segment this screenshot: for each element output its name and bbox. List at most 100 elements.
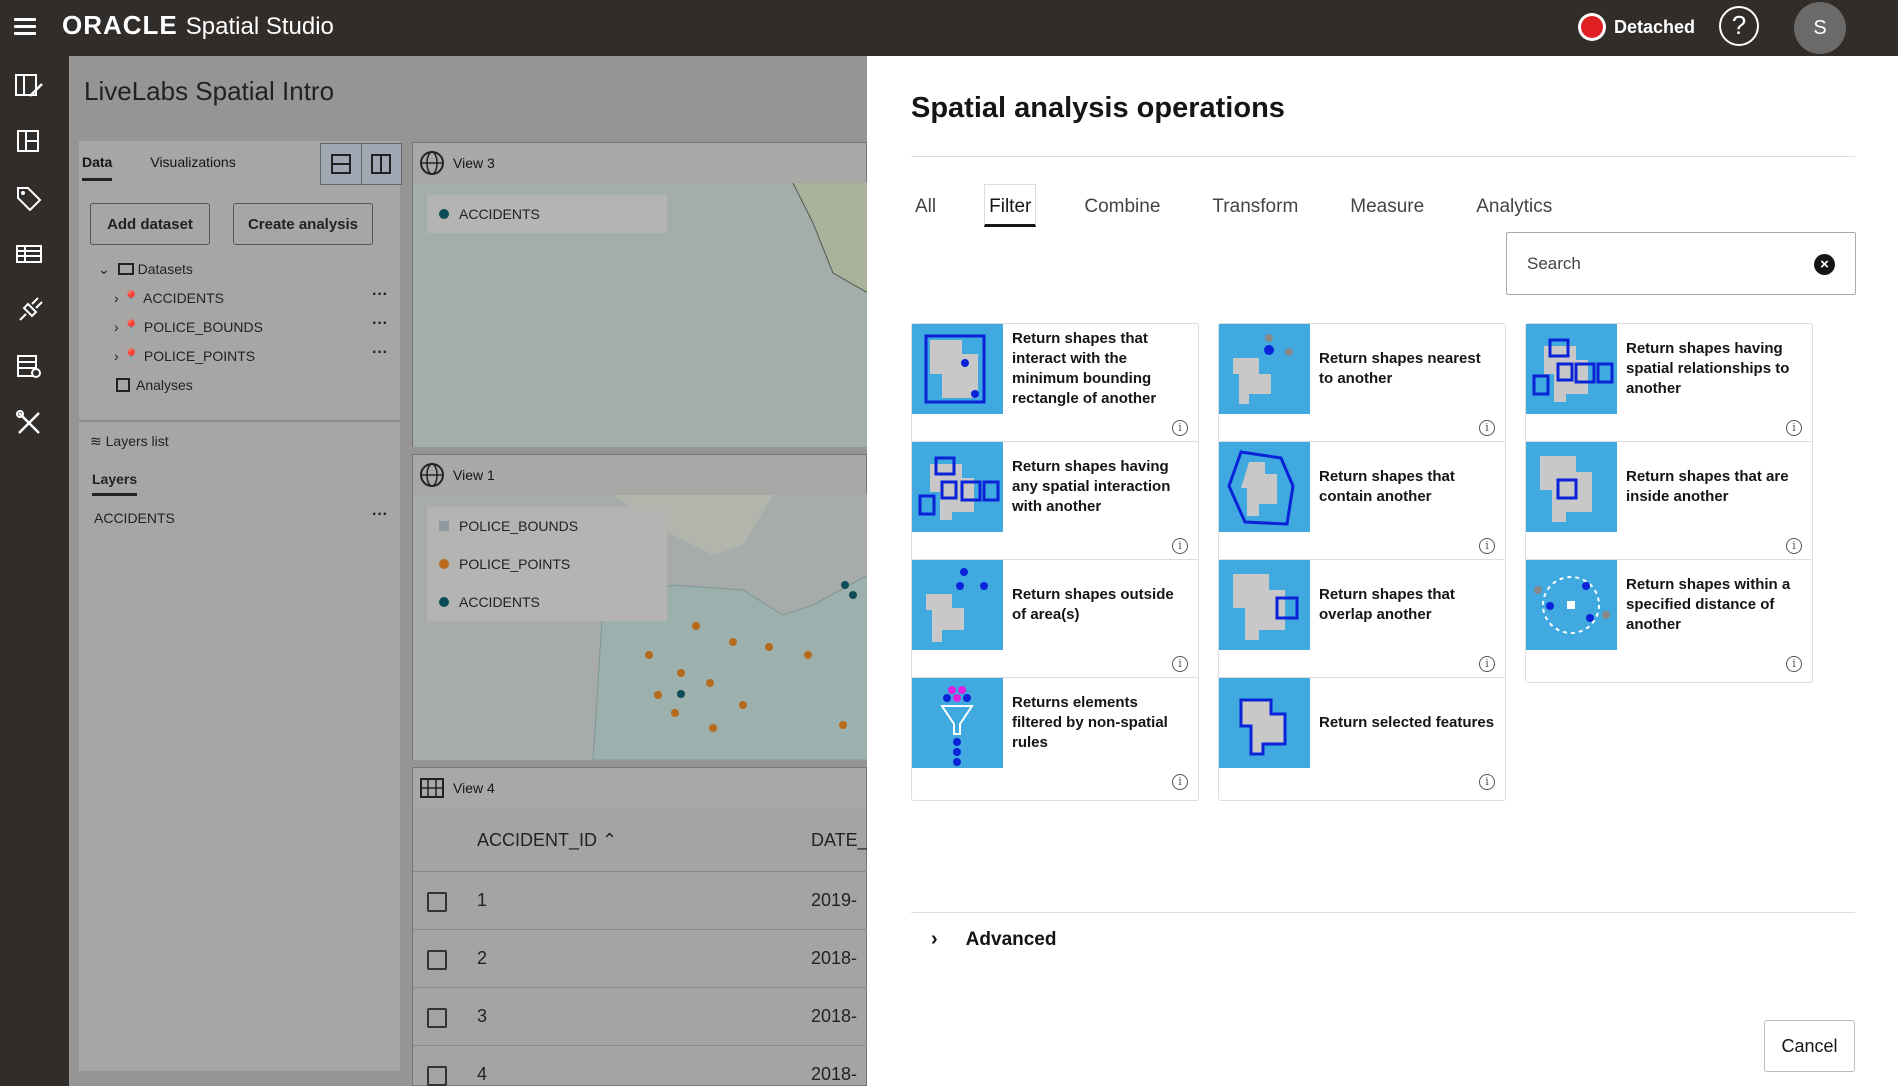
map-view-3[interactable]: View 3 ACCIDENTS: [412, 142, 868, 447]
tree-item-label: ACCIDENTS: [143, 290, 225, 306]
tree-item[interactable]: › 📍 ACCIDENTS: [114, 290, 224, 307]
top-bar: ORACLE Spatial Studio Detached ? S: [0, 0, 1898, 56]
help-icon[interactable]: ?: [1719, 6, 1759, 46]
filter-funnel-icon: [912, 678, 1003, 768]
card-label: Return shapes that overlap another: [1319, 586, 1455, 623]
data-settings-icon[interactable]: [14, 352, 44, 380]
operation-card-non-spatial[interactable]: Returns elements filtered by non-spatial…: [911, 677, 1199, 801]
table-row[interactable]: 1 2019-: [413, 872, 868, 930]
info-icon[interactable]: i: [1172, 656, 1188, 672]
column-header-accident-id[interactable]: ACCIDENT_ID ⌃: [477, 830, 617, 851]
layout-horizontal-icon[interactable]: [321, 144, 362, 184]
table-icon[interactable]: [14, 240, 44, 268]
tree-analyses-label: Analyses: [136, 377, 193, 393]
add-dataset-button[interactable]: Add dataset: [90, 203, 210, 245]
info-icon[interactable]: i: [1172, 538, 1188, 554]
layers-icon: ≋: [90, 433, 102, 449]
operation-card-outside[interactable]: Return shapes outside of area(s) i: [911, 559, 1199, 683]
hamburger-menu-icon[interactable]: [14, 15, 36, 37]
info-icon[interactable]: i: [1786, 656, 1802, 672]
tools-icon[interactable]: [14, 408, 44, 436]
tree-item[interactable]: › 📍 POLICE_BOUNDS: [114, 319, 263, 336]
clear-search-icon[interactable]: ×: [1814, 254, 1835, 275]
info-icon[interactable]: i: [1479, 656, 1495, 672]
spatial-analysis-dialog: Spatial analysis operations All Filter C…: [867, 56, 1898, 1086]
operation-card-inside[interactable]: Return shapes that are inside another i: [1525, 441, 1813, 565]
tab-measure[interactable]: Measure: [1346, 184, 1428, 227]
search-input[interactable]: Search ×: [1506, 232, 1856, 295]
table-header-row: ACCIDENT_ID ⌃ DATE_: [413, 808, 868, 872]
info-icon[interactable]: i: [1172, 420, 1188, 436]
tab-visualizations[interactable]: Visualizations: [150, 154, 235, 181]
tag-icon[interactable]: [14, 184, 44, 212]
table-view-4[interactable]: View 4 ACCIDENT_ID ⌃ DATE_ 1 2019- 2 201…: [412, 767, 868, 1086]
tree-datasets-root[interactable]: ⌄ Datasets: [98, 261, 193, 278]
info-icon[interactable]: i: [1172, 774, 1188, 790]
tab-all[interactable]: All: [911, 184, 940, 227]
column-header-date[interactable]: DATE_: [811, 830, 868, 851]
legend-label: POLICE_POINTS: [459, 556, 571, 572]
operation-card-any-interaction[interactable]: Return shapes having any spatial interac…: [911, 441, 1199, 565]
layout-vertical-icon[interactable]: [362, 144, 402, 184]
overlap-icon: [1219, 560, 1310, 650]
row-checkbox[interactable]: [427, 950, 447, 970]
legend-dot-icon: [439, 209, 449, 219]
card-label: Return shapes that are inside another: [1626, 468, 1789, 505]
brand-name: ORACLE: [62, 10, 178, 40]
tree-item-label: POLICE_POINTS: [143, 348, 256, 364]
tree-item-label: POLICE_BOUNDS: [143, 319, 263, 335]
operation-card-contain[interactable]: Return shapes that contain another i: [1218, 441, 1506, 565]
tree-analyses[interactable]: Analyses: [116, 377, 193, 393]
more-actions-icon[interactable]: ···: [372, 506, 388, 524]
info-icon[interactable]: i: [1479, 774, 1495, 790]
sort-ascending-icon[interactable]: ⌃: [602, 830, 617, 850]
projects-edit-icon[interactable]: [14, 72, 44, 100]
tree-item[interactable]: › 📍 POLICE_POINTS: [114, 348, 255, 365]
advanced-section-toggle[interactable]: › Advanced: [931, 928, 1056, 951]
legend-item: POLICE_BOUNDS: [427, 507, 667, 545]
tab-data[interactable]: Data: [82, 154, 113, 181]
info-icon[interactable]: i: [1786, 538, 1802, 554]
connection-status[interactable]: Detached: [1578, 13, 1695, 41]
operation-card-nearest[interactable]: Return shapes nearest to another i: [1218, 323, 1506, 447]
tab-filter[interactable]: Filter: [984, 184, 1037, 227]
info-icon[interactable]: i: [1786, 420, 1802, 436]
more-actions-icon[interactable]: ···: [372, 286, 388, 304]
map-view-1[interactable]: View 1 POLICE_BOUNDS POLICE_POINTS ACCID…: [412, 454, 868, 760]
row-checkbox[interactable]: [427, 892, 447, 912]
status-label: Detached: [1614, 16, 1696, 37]
operation-card-mbr-interact[interactable]: Return shapes that interact with the min…: [911, 323, 1199, 447]
table-row[interactable]: 4 2018-: [413, 1046, 868, 1086]
tab-analytics[interactable]: Analytics: [1472, 184, 1556, 227]
tab-transform[interactable]: Transform: [1208, 184, 1302, 227]
cell-date: 2018-: [811, 948, 858, 968]
more-actions-icon[interactable]: ···: [372, 344, 388, 362]
operation-card-selected-features[interactable]: Return selected features i: [1218, 677, 1506, 801]
operation-card-spatial-relationship[interactable]: Return shapes having spatial relationshi…: [1525, 323, 1813, 447]
location-pin-icon: 📍: [122, 290, 140, 306]
location-pin-icon: 📍: [122, 348, 140, 364]
row-checkbox[interactable]: [427, 1008, 447, 1028]
row-checkbox[interactable]: [427, 1066, 447, 1086]
cancel-button[interactable]: Cancel: [1764, 1020, 1855, 1072]
layer-item[interactable]: ACCIDENTS: [94, 510, 175, 526]
info-icon[interactable]: i: [1479, 420, 1495, 436]
operation-tabs: All Filter Combine Transform Measure Ana…: [911, 184, 1600, 227]
any-interaction-icon: [912, 442, 1003, 532]
connection-plug-icon[interactable]: [14, 296, 44, 324]
create-analysis-button[interactable]: Create analysis: [233, 203, 373, 245]
user-avatar[interactable]: S: [1794, 2, 1846, 54]
operation-card-overlap[interactable]: Return shapes that overlap another i: [1218, 559, 1506, 683]
more-actions-icon[interactable]: ···: [372, 315, 388, 333]
cell-date: 2019-: [811, 890, 858, 910]
tab-combine[interactable]: Combine: [1080, 184, 1164, 227]
info-icon[interactable]: i: [1479, 538, 1495, 554]
table-row[interactable]: 2 2018-: [413, 930, 868, 988]
inside-icon: [1526, 442, 1617, 532]
operation-card-within-distance[interactable]: Return shapes within a specified distanc…: [1525, 559, 1813, 683]
tab-layers[interactable]: Layers: [92, 471, 138, 496]
table-row[interactable]: 3 2018-: [413, 988, 868, 1046]
view-title: View 3: [453, 155, 495, 171]
cell-id: 3: [477, 1006, 488, 1026]
dashboard-icon[interactable]: [14, 128, 44, 156]
